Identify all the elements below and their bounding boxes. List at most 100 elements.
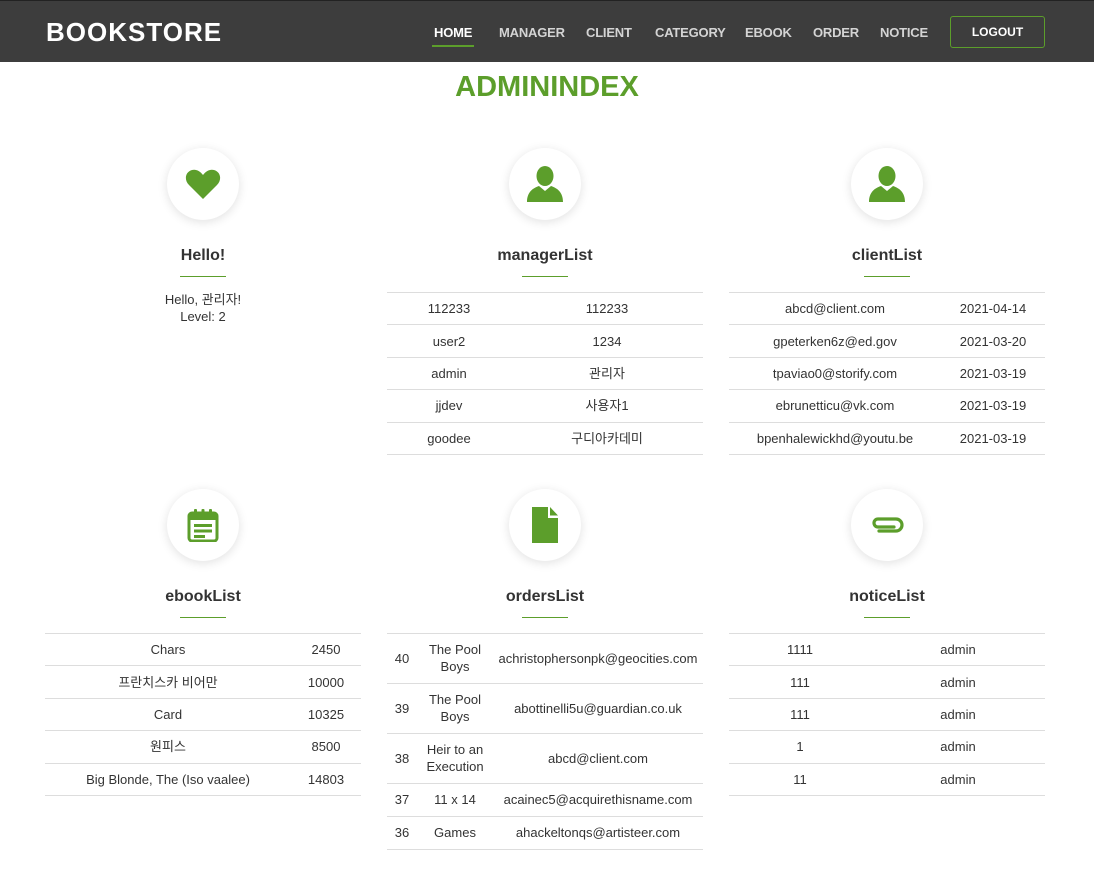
notice-id: 11: [729, 762, 871, 796]
notice-icon-circle: [851, 489, 923, 561]
table-row[interactable]: 39 The Pool Boys abottinelli5u@guardian.…: [387, 683, 703, 734]
page-title: ADMININDEX: [455, 71, 639, 103]
calendar-list-icon: [187, 509, 219, 542]
manager-id: jjdev: [387, 389, 511, 423]
table-row[interactable]: bpenhalewickhd@youtu.be 2021-03-19: [729, 421, 1045, 455]
manager-table: 112233 112233 user2 1234 admin 관리자 jjdev…: [387, 291, 703, 455]
manager-id: goodee: [387, 421, 511, 455]
table-row[interactable]: 1111 admin: [729, 632, 1045, 666]
client-email: bpenhalewickhd@youtu.be: [729, 421, 941, 455]
ebook-title: 프란치스카 비어만: [45, 665, 291, 699]
order-no: 36: [387, 816, 417, 850]
nav-manager[interactable]: MANAGER: [499, 25, 565, 40]
table-row[interactable]: 111 admin: [729, 697, 1045, 731]
hello-greeting: Hello, 관리자!: [164, 292, 242, 307]
order-email: ahackeltonqs@artisteer.com: [493, 816, 703, 850]
table-row[interactable]: Chars 2450: [45, 632, 361, 666]
ebook-price: 8500: [291, 730, 361, 764]
table-row[interactable]: 1 admin: [729, 730, 1045, 764]
client-date: 2021-03-19: [941, 421, 1045, 455]
order-no: 40: [387, 633, 417, 684]
nav-client[interactable]: CLIENT: [586, 25, 632, 40]
manager-name: 사용자1: [511, 389, 703, 423]
notice-author: admin: [871, 730, 1045, 764]
notice-author: admin: [871, 665, 1045, 699]
ebook-price: 10325: [291, 697, 361, 731]
ebook-icon-circle: [167, 489, 239, 561]
client-table: abcd@client.com 2021-04-14 gpeterken6z@e…: [729, 291, 1045, 455]
orders-list-title: ordersList: [505, 588, 585, 605]
hello-title: Hello!: [180, 247, 226, 264]
table-row[interactable]: 36 Games ahackeltonqs@artisteer.com: [387, 816, 703, 850]
manager-icon-circle: [509, 148, 581, 220]
manager-list-title: managerList: [497, 247, 593, 264]
order-book: The Pool Boys: [417, 683, 493, 734]
table-row[interactable]: 38 Heir to an Execution abcd@client.com: [387, 733, 703, 784]
notice-author: admin: [871, 632, 1045, 666]
client-icon-circle: [851, 148, 923, 220]
manager-name: 1234: [511, 324, 703, 358]
client-email: ebrunetticu@vk.com: [729, 389, 941, 423]
order-email: abcd@client.com: [493, 733, 703, 784]
ebook-price: 10000: [291, 665, 361, 699]
orders-table: 40 The Pool Boys achristophersonpk@geoci…: [387, 633, 703, 850]
table-row[interactable]: 원피스 8500: [45, 730, 361, 764]
table-row[interactable]: tpaviao0@storify.com 2021-03-19: [729, 356, 1045, 390]
top-navbar: BOOKSTORE HOME MANAGER CLIENT CATEGORY E…: [0, 0, 1094, 62]
table-row[interactable]: Big Blonde, The (Iso vaalee) 14803: [45, 762, 361, 796]
manager-name: 구디아카데미: [511, 421, 703, 455]
table-row[interactable]: 111 admin: [729, 665, 1045, 699]
manager-id: 112233: [387, 291, 511, 325]
table-row[interactable]: gpeterken6z@ed.gov 2021-03-20: [729, 324, 1045, 358]
table-row[interactable]: 40 The Pool Boys achristophersonpk@geoci…: [387, 633, 703, 684]
logout-button[interactable]: LOGOUT: [950, 16, 1045, 48]
orders-icon-circle: [509, 489, 581, 561]
ebook-list-underline: [180, 617, 226, 618]
client-date: 2021-03-20: [941, 324, 1045, 358]
nav-order[interactable]: ORDER: [813, 25, 859, 40]
document-icon: [532, 507, 558, 543]
table-row[interactable]: 11 admin: [729, 762, 1045, 796]
order-email: acainec5@acquirethisname.com: [493, 783, 703, 817]
notice-author: admin: [871, 762, 1045, 796]
notice-list-underline: [864, 617, 910, 618]
paperclip-icon: [872, 517, 904, 533]
notice-id: 1: [729, 730, 871, 764]
notice-id: 111: [729, 697, 871, 731]
client-list-title: clientList: [851, 247, 923, 264]
manager-list-underline: [522, 276, 568, 277]
manager-name: 112233: [511, 291, 703, 325]
nav-home[interactable]: HOME: [431, 25, 475, 47]
ebook-title: Big Blonde, The (Iso vaalee): [45, 762, 291, 796]
heart-icon: [185, 169, 221, 199]
nav-menu: HOME MANAGER CLIENT CATEGORY EBOOK ORDER…: [0, 1, 1094, 63]
client-date: 2021-04-14: [941, 291, 1045, 325]
table-row[interactable]: abcd@client.com 2021-04-14: [729, 291, 1045, 325]
ebook-price: 2450: [291, 632, 361, 666]
ebook-table: Chars 2450 프란치스카 비어만 10000 Card 10325 원피…: [45, 632, 361, 796]
notice-id: 111: [729, 665, 871, 699]
order-no: 39: [387, 683, 417, 734]
table-row[interactable]: jjdev 사용자1: [387, 389, 703, 423]
table-row[interactable]: Card 10325: [45, 697, 361, 731]
client-email: gpeterken6z@ed.gov: [729, 324, 941, 358]
manager-id: admin: [387, 356, 511, 390]
nav-category[interactable]: CATEGORY: [655, 25, 726, 40]
order-no: 38: [387, 733, 417, 784]
table-row[interactable]: goodee 구디아카데미: [387, 421, 703, 455]
order-book: Heir to an Execution: [417, 733, 493, 784]
table-row[interactable]: 112233 112233: [387, 291, 703, 325]
table-row[interactable]: 37 11 x 14 acainec5@acquirethisname.com: [387, 783, 703, 817]
order-book: 11 x 14: [417, 783, 493, 817]
nav-notice[interactable]: NOTICE: [880, 25, 928, 40]
notice-author: admin: [871, 697, 1045, 731]
table-row[interactable]: ebrunetticu@vk.com 2021-03-19: [729, 389, 1045, 423]
client-email: abcd@client.com: [729, 291, 941, 325]
hello-underline: [180, 276, 226, 277]
ebook-list-title: ebookList: [165, 588, 241, 605]
table-row[interactable]: 프란치스카 비어만 10000: [45, 665, 361, 699]
table-row[interactable]: admin 관리자: [387, 356, 703, 390]
table-row[interactable]: user2 1234: [387, 324, 703, 358]
hello-icon-circle: [167, 148, 239, 220]
nav-ebook[interactable]: EBOOK: [745, 25, 792, 40]
